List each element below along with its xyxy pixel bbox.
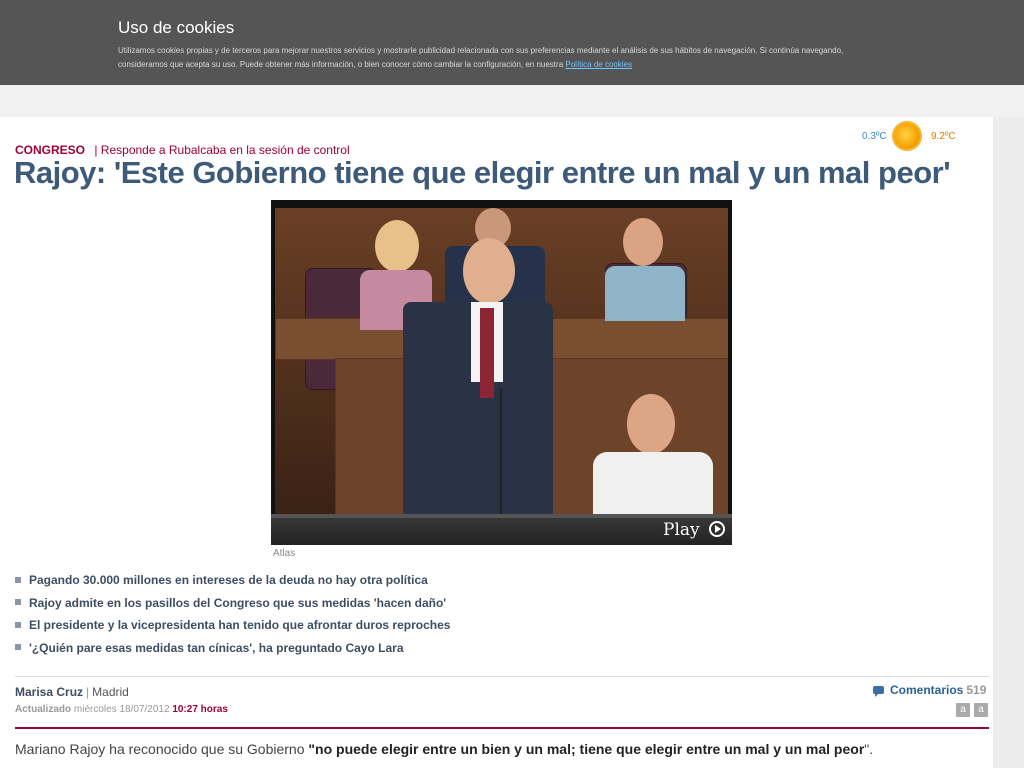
comments-count: 519: [966, 683, 987, 697]
cookie-description: Utilizamos cookies propias y de terceros…: [118, 46, 844, 69]
byline: Marisa Cruz | Madrid: [15, 685, 129, 699]
related-link[interactable]: Pagando 30.000 millones en intereses de …: [29, 573, 428, 587]
comments-label[interactable]: Comentarios: [890, 683, 963, 697]
bullet-icon: [15, 599, 21, 606]
related-link[interactable]: El presidente y la vicepresidenta han te…: [29, 618, 450, 632]
article-body: Mariano Rajoy ha reconocido que su Gobie…: [15, 741, 873, 757]
video-caption: Atlas: [273, 548, 296, 559]
person-head: [627, 394, 675, 454]
updated-date: miércoles 18/07/2012: [73, 704, 170, 715]
bullet-icon: [15, 644, 21, 651]
list-item[interactable]: Rajoy admite en los pasillos del Congres…: [15, 596, 450, 619]
comments-link[interactable]: Comentarios 519: [873, 683, 986, 697]
body-quote: "no puede elegir entre un bien y un mal;…: [308, 741, 865, 757]
divider: [15, 676, 989, 677]
microphone: [500, 388, 502, 514]
body-end: ".: [864, 741, 874, 757]
article-divider: [15, 727, 989, 729]
cookie-text: Utilizamos cookies propias y de terceros…: [118, 44, 878, 72]
updated-label: Actualizado: [15, 704, 72, 715]
related-link[interactable]: Rajoy admite en los pasillos del Congres…: [29, 596, 446, 610]
article-page: 0.3ºC 9.2ºC CONGRESO | Responde a Rubalc…: [0, 117, 993, 768]
speaker-tie: [480, 308, 494, 398]
font-smaller-button[interactable]: a: [956, 703, 970, 717]
related-link[interactable]: '¿Quién pare esas medidas tan cínicas', …: [29, 641, 404, 655]
comment-icon: [873, 686, 884, 697]
person-body: [593, 452, 713, 514]
list-item[interactable]: '¿Quién pare esas medidas tan cínicas', …: [15, 641, 450, 664]
body-intro: Mariano Rajoy ha reconocido que su Gobie…: [15, 741, 309, 757]
temperature-max: 9.2ºC: [931, 131, 956, 142]
list-item[interactable]: Pagando 30.000 millones en intereses de …: [15, 573, 450, 596]
person-body: [605, 266, 685, 321]
byline-separator: |: [86, 685, 90, 699]
bullet-icon: [15, 621, 21, 628]
cookie-banner: Uso de cookies Utilizamos cookies propia…: [0, 0, 1024, 85]
updated-time: 10:27 horas: [172, 704, 228, 715]
article-headline: Rajoy: 'Este Gobierno tiene que elegir e…: [14, 155, 951, 190]
video-progress-bar[interactable]: [271, 514, 732, 518]
font-larger-button[interactable]: a: [974, 703, 988, 717]
bullet-icon: [15, 576, 21, 583]
video-controls: Play: [271, 514, 732, 545]
related-links: Pagando 30.000 millones en intereses de …: [15, 573, 450, 663]
cookie-title: Uso de cookies: [118, 18, 235, 37]
author-location: Madrid: [92, 685, 129, 699]
person-head: [623, 218, 663, 266]
play-icon[interactable]: [709, 521, 725, 537]
play-label[interactable]: Play: [663, 520, 700, 540]
sun-icon: [894, 123, 920, 149]
list-item[interactable]: El presidente y la vicepresidenta han te…: [15, 618, 450, 641]
video-frame[interactable]: [275, 208, 728, 514]
video-player[interactable]: Play: [271, 200, 732, 545]
header-band: [0, 85, 1024, 117]
speaker-head: [463, 238, 515, 304]
author-name[interactable]: Marisa Cruz: [15, 685, 83, 699]
temperature-min: 0.3ºC: [862, 131, 887, 142]
cookie-policy-link[interactable]: Política de cookies: [565, 60, 632, 69]
updated-info: Actualizado miércoles 18/07/2012 10:27 h…: [15, 704, 228, 715]
person-head: [375, 220, 419, 272]
